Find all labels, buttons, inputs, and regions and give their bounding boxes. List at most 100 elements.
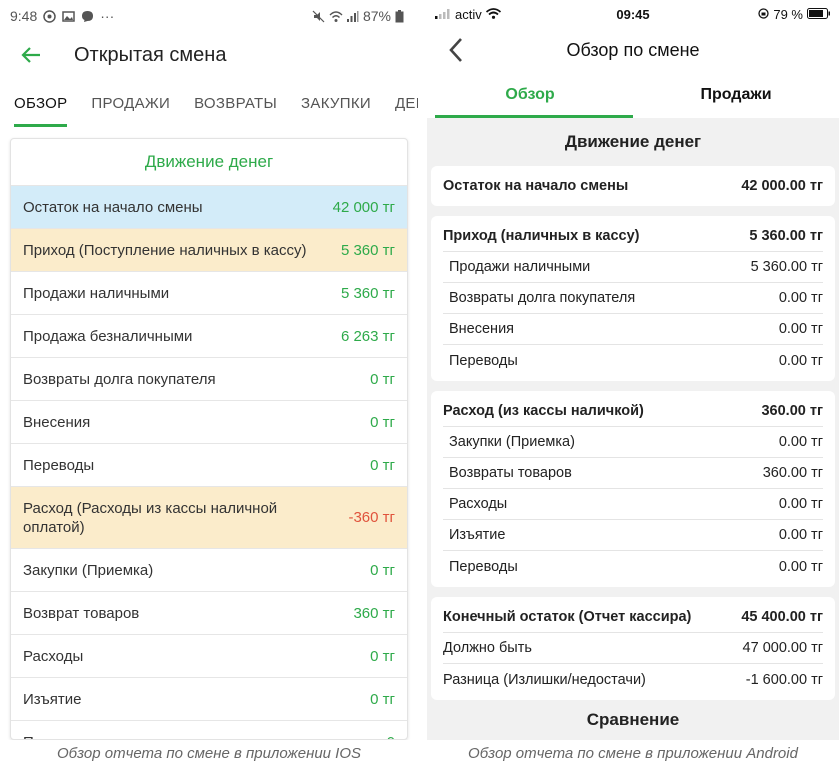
tab-sales[interactable]: Продажи bbox=[633, 72, 839, 118]
row-label: Переводы bbox=[23, 456, 95, 474]
list-item: Внесения 0.00 тг bbox=[443, 314, 823, 345]
row-label: Приход (наличных в кассу) bbox=[443, 228, 640, 244]
income-card: Приход (наличных в кассу) 5 360.00 тг Пр… bbox=[431, 216, 835, 381]
right-nav-bar: Обзор по смене bbox=[427, 28, 839, 72]
signal-icon bbox=[435, 7, 451, 22]
row-label: Изъятие bbox=[23, 690, 82, 708]
carrier-name: activ bbox=[455, 6, 482, 22]
row-value: 5 360.00 тг bbox=[750, 259, 823, 275]
left-tab-bar: ОБЗОР ПРОДАЖИ ВОЗВРАТЫ ЗАКУПКИ ДЕН bbox=[0, 78, 418, 130]
row-label: Переводы bbox=[449, 352, 518, 369]
list-item: Закупки (Приемка) 0 тг bbox=[11, 548, 407, 591]
list-item: П 0 bbox=[11, 720, 407, 740]
row-value: 360.00 тг bbox=[762, 465, 823, 481]
list-item: Остаток на начало смены 42 000.00 тг bbox=[443, 166, 823, 206]
row-value: 0.00 тг bbox=[778, 496, 823, 512]
row-label: Должно быть bbox=[443, 640, 532, 656]
right-status-bar: activ 09:45 79 % bbox=[427, 0, 839, 28]
row-label: Возврат товаров bbox=[23, 604, 140, 622]
row-label: Разница (Излишки/недостачи) bbox=[443, 671, 646, 688]
whatsapp-icon bbox=[43, 9, 56, 23]
row-value: 0 тг bbox=[370, 561, 395, 579]
row-label: Возвраты долга покупателя bbox=[449, 290, 636, 306]
page-title: Обзор по смене bbox=[566, 39, 700, 60]
row-label: П bbox=[23, 733, 387, 740]
tab-money[interactable]: ДЕН bbox=[395, 78, 418, 130]
row-value: 0 тг bbox=[370, 690, 395, 708]
expense-card: Расход (из кассы наличкой) 360.00 тг Зак… bbox=[431, 391, 835, 587]
row-value: 360 тг bbox=[353, 604, 395, 622]
next-section-title: Сравнение bbox=[586, 710, 680, 729]
battery-percent: 87% bbox=[362, 8, 391, 24]
tab-returns[interactable]: ВОЗВРАТЫ bbox=[194, 78, 277, 130]
row-label: Продажи наличными bbox=[449, 259, 591, 275]
row-value: 5 360.00 тг bbox=[749, 228, 823, 244]
row-value: 0.00 тг bbox=[778, 352, 823, 369]
row-label: Изъятие bbox=[449, 527, 506, 543]
back-arrow-icon[interactable] bbox=[20, 43, 44, 67]
mute-icon bbox=[312, 10, 325, 23]
row-value: 42 000 тг bbox=[332, 198, 395, 216]
row-label: Закупки (Приемка) bbox=[449, 434, 575, 450]
row-value: 45 400.00 тг bbox=[741, 609, 823, 625]
status-dots: ··· bbox=[100, 8, 115, 24]
row-value: -1 600.00 тг bbox=[745, 671, 823, 688]
list-item: Должно быть 47 000.00 тг bbox=[443, 633, 823, 664]
list-item: Возвраты товаров 360.00 тг bbox=[443, 458, 823, 489]
row-value: 0.00 тг bbox=[778, 290, 823, 306]
right-tab-bar: Обзор Продажи bbox=[427, 72, 839, 118]
list-item: Возвраты долга покупателя 0 тг bbox=[11, 357, 407, 400]
totals-card: Конечный остаток (Отчет кассира) 45 400.… bbox=[431, 597, 835, 700]
row-value: 0 bbox=[387, 734, 395, 740]
row-value: 0 тг bbox=[370, 456, 395, 474]
list-item: Переводы 0.00 тг bbox=[443, 345, 823, 376]
list-item: Продажи наличными 5 360.00 тг bbox=[443, 252, 823, 283]
caption-left: Обзор отчета по смене в приложении IOS bbox=[56, 745, 362, 762]
row-value: 0.00 тг bbox=[778, 558, 823, 575]
row-label: Расход (Расходы из кассы наличной оплато… bbox=[23, 499, 278, 536]
list-item: Возврат товаров 360 тг bbox=[11, 591, 407, 634]
row-label: Возвраты долга покупателя bbox=[23, 370, 216, 388]
signal-icon bbox=[346, 10, 359, 23]
row-label: Остаток на начало смены bbox=[23, 198, 203, 216]
row-value: 5 360 тг bbox=[340, 241, 395, 259]
row-label: Переводы bbox=[449, 558, 518, 575]
row-value: 5 360 тг bbox=[340, 284, 395, 302]
right-phone-screen: activ 09:45 79 % Обзор по смене Обзор Пр… bbox=[427, 0, 839, 740]
list-item: Переводы 0 тг bbox=[11, 443, 407, 486]
row-value: 0.00 тг bbox=[778, 434, 823, 450]
tab-sales[interactable]: ПРОДАЖИ bbox=[91, 78, 170, 130]
left-status-bar: 9:48 ··· 87% bbox=[0, 0, 418, 32]
row-label: Остаток на начало смены bbox=[443, 178, 629, 194]
row-label: Продажи наличными bbox=[23, 284, 170, 302]
row-value: 42 000.00 тг bbox=[741, 178, 823, 194]
tab-overview[interactable]: ОБЗОР bbox=[14, 78, 68, 130]
row-value: 0 тг bbox=[370, 647, 395, 665]
section-title: Движение денег bbox=[564, 132, 702, 151]
tab-overview[interactable]: Обзор bbox=[427, 72, 633, 118]
list-item: Продажа безналичными 6 263 тг bbox=[11, 314, 407, 357]
list-item: Остаток на начало смены 42 000 тг bbox=[11, 185, 407, 228]
message-icon bbox=[81, 10, 94, 23]
wifi-icon bbox=[329, 10, 343, 23]
row-label: Расход (из кассы наличкой) bbox=[443, 403, 644, 419]
row-label: Расходы bbox=[449, 496, 508, 512]
list-item: Расход (из кассы наличкой) 360.00 тг bbox=[443, 396, 823, 427]
back-chevron-icon[interactable] bbox=[447, 36, 467, 64]
left-phone-screen: 9:48 ··· 87% Открытая смена ОБЗОР ПРОДАЖ… bbox=[0, 0, 418, 740]
left-app-bar: Открытая смена bbox=[0, 32, 418, 78]
list-item: Приход (Поступление наличных в кассу) 5 … bbox=[11, 228, 407, 271]
image-icon bbox=[62, 10, 75, 23]
money-movement-card: Движение денег Остаток на начало смены 4… bbox=[10, 138, 408, 740]
page-title: Открытая смена bbox=[74, 43, 227, 66]
row-label: Закупки (Приемка) bbox=[23, 561, 154, 579]
list-item: Расходы 0 тг bbox=[11, 634, 407, 677]
row-label: Внесения bbox=[23, 413, 91, 431]
row-value: -360 тг bbox=[348, 509, 395, 526]
status-time: 9:48 bbox=[10, 8, 38, 24]
tab-purchases[interactable]: ЗАКУПКИ bbox=[301, 78, 371, 130]
row-label: Приход (Поступление наличных в кассу) bbox=[23, 241, 307, 259]
orientation-lock-icon bbox=[758, 7, 770, 22]
caption-right: Обзор отчета по смене в приложении Andro… bbox=[468, 745, 798, 762]
row-label: Расходы bbox=[23, 647, 84, 665]
